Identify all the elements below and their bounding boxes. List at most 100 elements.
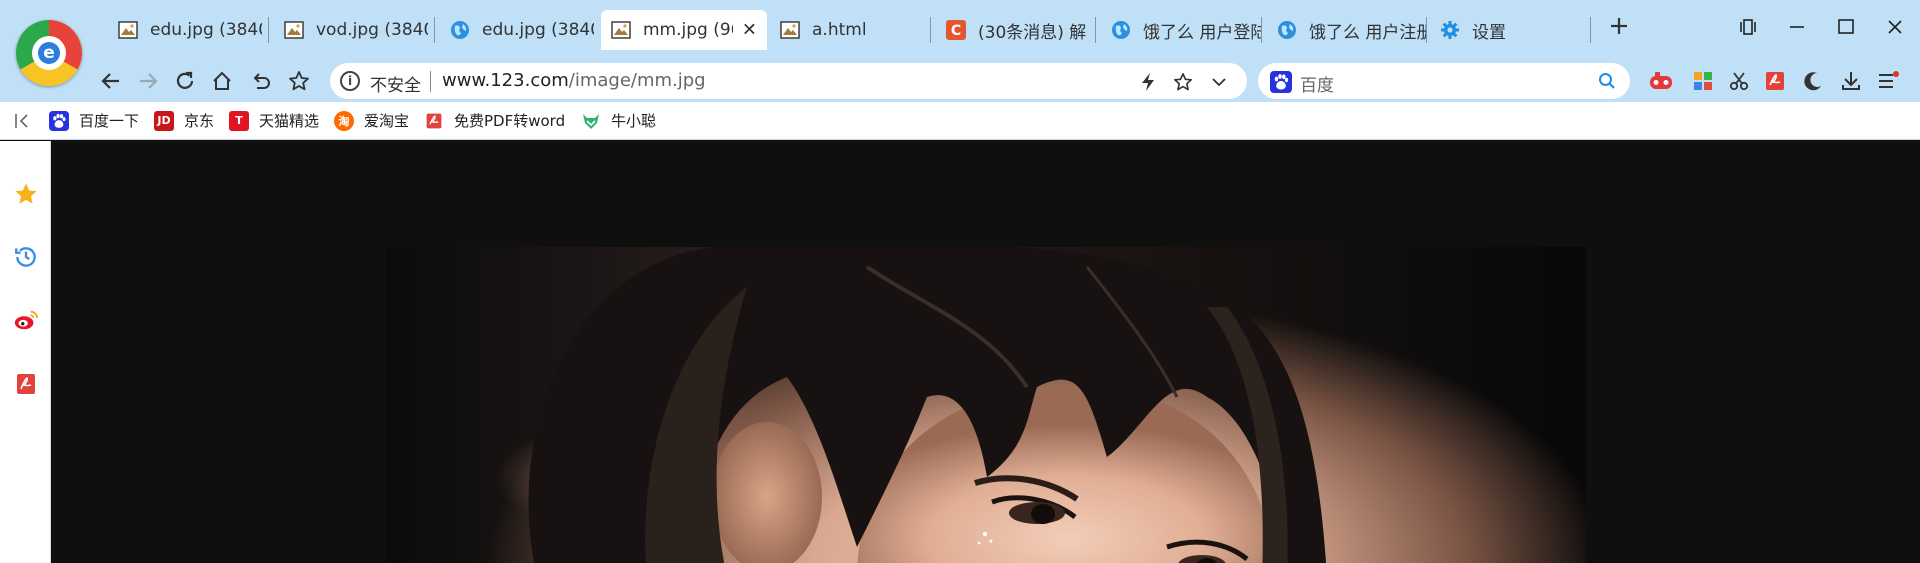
baidu-paw-icon[interactable]	[1270, 71, 1292, 93]
image-icon	[611, 20, 631, 40]
bookmark-niuxiaocong[interactable]: 牛小聪	[581, 110, 656, 131]
bookmark-label: 百度一下	[79, 112, 140, 130]
reload-button[interactable]	[169, 67, 201, 95]
bookmark-label: 免费PDF转word	[454, 112, 566, 130]
tab-title: a.html	[812, 20, 867, 40]
night-mode-icon[interactable]	[1800, 68, 1826, 94]
search-icon[interactable]	[1598, 72, 1616, 90]
search-placeholder[interactable]: 百度	[1300, 71, 1334, 96]
tab-separator	[1590, 17, 1591, 43]
lightning-icon[interactable]	[1137, 71, 1159, 93]
tmall-icon: T	[229, 110, 249, 131]
pdf-tool-icon[interactable]	[13, 371, 39, 397]
bookmark-jd[interactable]: JD 京东	[154, 110, 214, 131]
arrow-right-icon	[140, 73, 158, 89]
pdf-icon[interactable]	[1762, 68, 1788, 94]
close-tab-icon[interactable]: ✕	[742, 20, 757, 41]
tab-eleme-login[interactable]: 饿了么 用户登陆	[1101, 12, 1261, 48]
tab-mm-jpg[interactable]: mm.jpg (96 ✕	[601, 10, 767, 50]
bookmark-aitaobao[interactable]: 淘 爱淘宝	[334, 110, 409, 131]
tab-title: mm.jpg (96	[643, 20, 733, 40]
favorites-star-icon[interactable]	[13, 181, 39, 207]
tile-windows-button[interactable]	[1731, 12, 1765, 42]
tab-edu-jpg-1[interactable]: edu.jpg (3840×	[108, 12, 262, 48]
bookmark-tmall[interactable]: T 天猫精选	[229, 110, 319, 131]
undo-close-tab-button[interactable]	[245, 67, 277, 95]
address-divider	[430, 71, 431, 92]
game-controller-icon[interactable]	[1648, 68, 1674, 94]
url-path: /image/mm.jpg	[568, 70, 706, 91]
displayed-photo[interactable]	[387, 247, 1586, 563]
download-icon[interactable]	[1838, 68, 1864, 94]
close-window-button[interactable]	[1878, 12, 1912, 42]
maximize-button[interactable]	[1829, 12, 1863, 42]
svg-text:C: C	[951, 23, 961, 39]
navigation-toolbar: i 不安全 www.123.com/image/mm.jpg 百度	[0, 60, 1920, 102]
tab-csdn[interactable]: C (30条消息) 解决	[936, 12, 1086, 48]
home-button[interactable]	[206, 67, 238, 95]
tab-separator	[434, 17, 435, 43]
bookmark-baidu[interactable]: 百度一下	[49, 110, 139, 131]
tab-settings[interactable]: 设置	[1430, 12, 1590, 48]
image-viewer	[52, 141, 1920, 563]
tab-edu-jpg-2[interactable]: edu.jpg (3840×	[440, 12, 594, 48]
tile-icon	[1740, 19, 1756, 35]
arrow-left-icon	[101, 73, 119, 89]
globe-icon	[1111, 20, 1131, 40]
apps-grid-icon[interactable]	[1690, 68, 1716, 94]
history-icon[interactable]	[13, 244, 39, 270]
browser-window: edu.jpg (3840× vod.jpg (3840× edu.jpg (3…	[0, 0, 1920, 563]
bookmark-label: 爱淘宝	[364, 112, 410, 130]
plus-icon	[1611, 18, 1627, 34]
tab-title: 饿了么 用户登陆	[1143, 22, 1261, 43]
reload-icon	[176, 71, 194, 89]
info-icon[interactable]: i	[340, 71, 360, 91]
bookmark-star-icon[interactable]	[1172, 71, 1194, 93]
browser-logo-icon[interactable]: e	[16, 20, 82, 86]
url-host: www.123.com	[442, 70, 569, 91]
maximize-icon	[1838, 19, 1854, 34]
favorites-button[interactable]	[283, 67, 315, 95]
tab-eleme-register[interactable]: 饿了么 用户注册	[1267, 12, 1427, 48]
image-icon	[284, 20, 304, 40]
scissors-icon[interactable]	[1726, 68, 1752, 94]
forward-button[interactable]	[132, 67, 164, 95]
tab-title: 设置	[1472, 22, 1506, 43]
collapse-sidebar-icon[interactable]	[12, 111, 32, 131]
tab-title: vod.jpg (3840×	[316, 20, 428, 40]
image-icon	[118, 20, 138, 40]
new-tab-button[interactable]	[1604, 14, 1634, 44]
tab-a-html[interactable]: a.html	[770, 12, 920, 48]
url-text[interactable]: www.123.com/image/mm.jpg	[442, 70, 706, 91]
sidebar	[0, 141, 51, 563]
image-icon	[780, 20, 800, 40]
weibo-icon[interactable]	[13, 307, 39, 333]
tab-title: (30条消息) 解决	[978, 22, 1086, 43]
tab-vod-jpg[interactable]: vod.jpg (3840×	[274, 12, 428, 48]
bookmark-pdf-to-word[interactable]: 免费PDF转word	[424, 110, 565, 131]
search-box[interactable]: 百度	[1258, 63, 1630, 99]
niuxiaocong-icon	[581, 111, 601, 131]
menu-icon[interactable]	[1875, 68, 1901, 94]
globe-icon	[450, 20, 470, 40]
jd-icon: JD	[154, 110, 174, 131]
bookmark-label: 牛小聪	[611, 112, 657, 130]
tab-title: edu.jpg (3840×	[482, 20, 594, 40]
minimize-button[interactable]	[1780, 12, 1814, 42]
tab-separator	[930, 17, 931, 43]
home-icon	[213, 71, 231, 90]
tab-separator	[1426, 17, 1427, 43]
bookmark-label: 天猫精选	[259, 112, 320, 130]
tab-separator	[1095, 17, 1096, 43]
taobao-icon: 淘	[334, 110, 354, 131]
close-icon	[1888, 20, 1902, 34]
security-label[interactable]: 不安全	[370, 71, 421, 96]
star-outline-icon	[289, 71, 309, 91]
baidu-icon	[49, 110, 69, 131]
tab-title: 饿了么 用户注册	[1309, 22, 1427, 43]
pdf-icon	[424, 111, 444, 131]
address-bar[interactable]: i 不安全 www.123.com/image/mm.jpg	[330, 63, 1247, 99]
tab-strip: edu.jpg (3840× vod.jpg (3840× edu.jpg (3…	[0, 0, 1920, 60]
chevron-down-icon[interactable]	[1208, 71, 1230, 93]
back-button[interactable]	[95, 67, 127, 95]
